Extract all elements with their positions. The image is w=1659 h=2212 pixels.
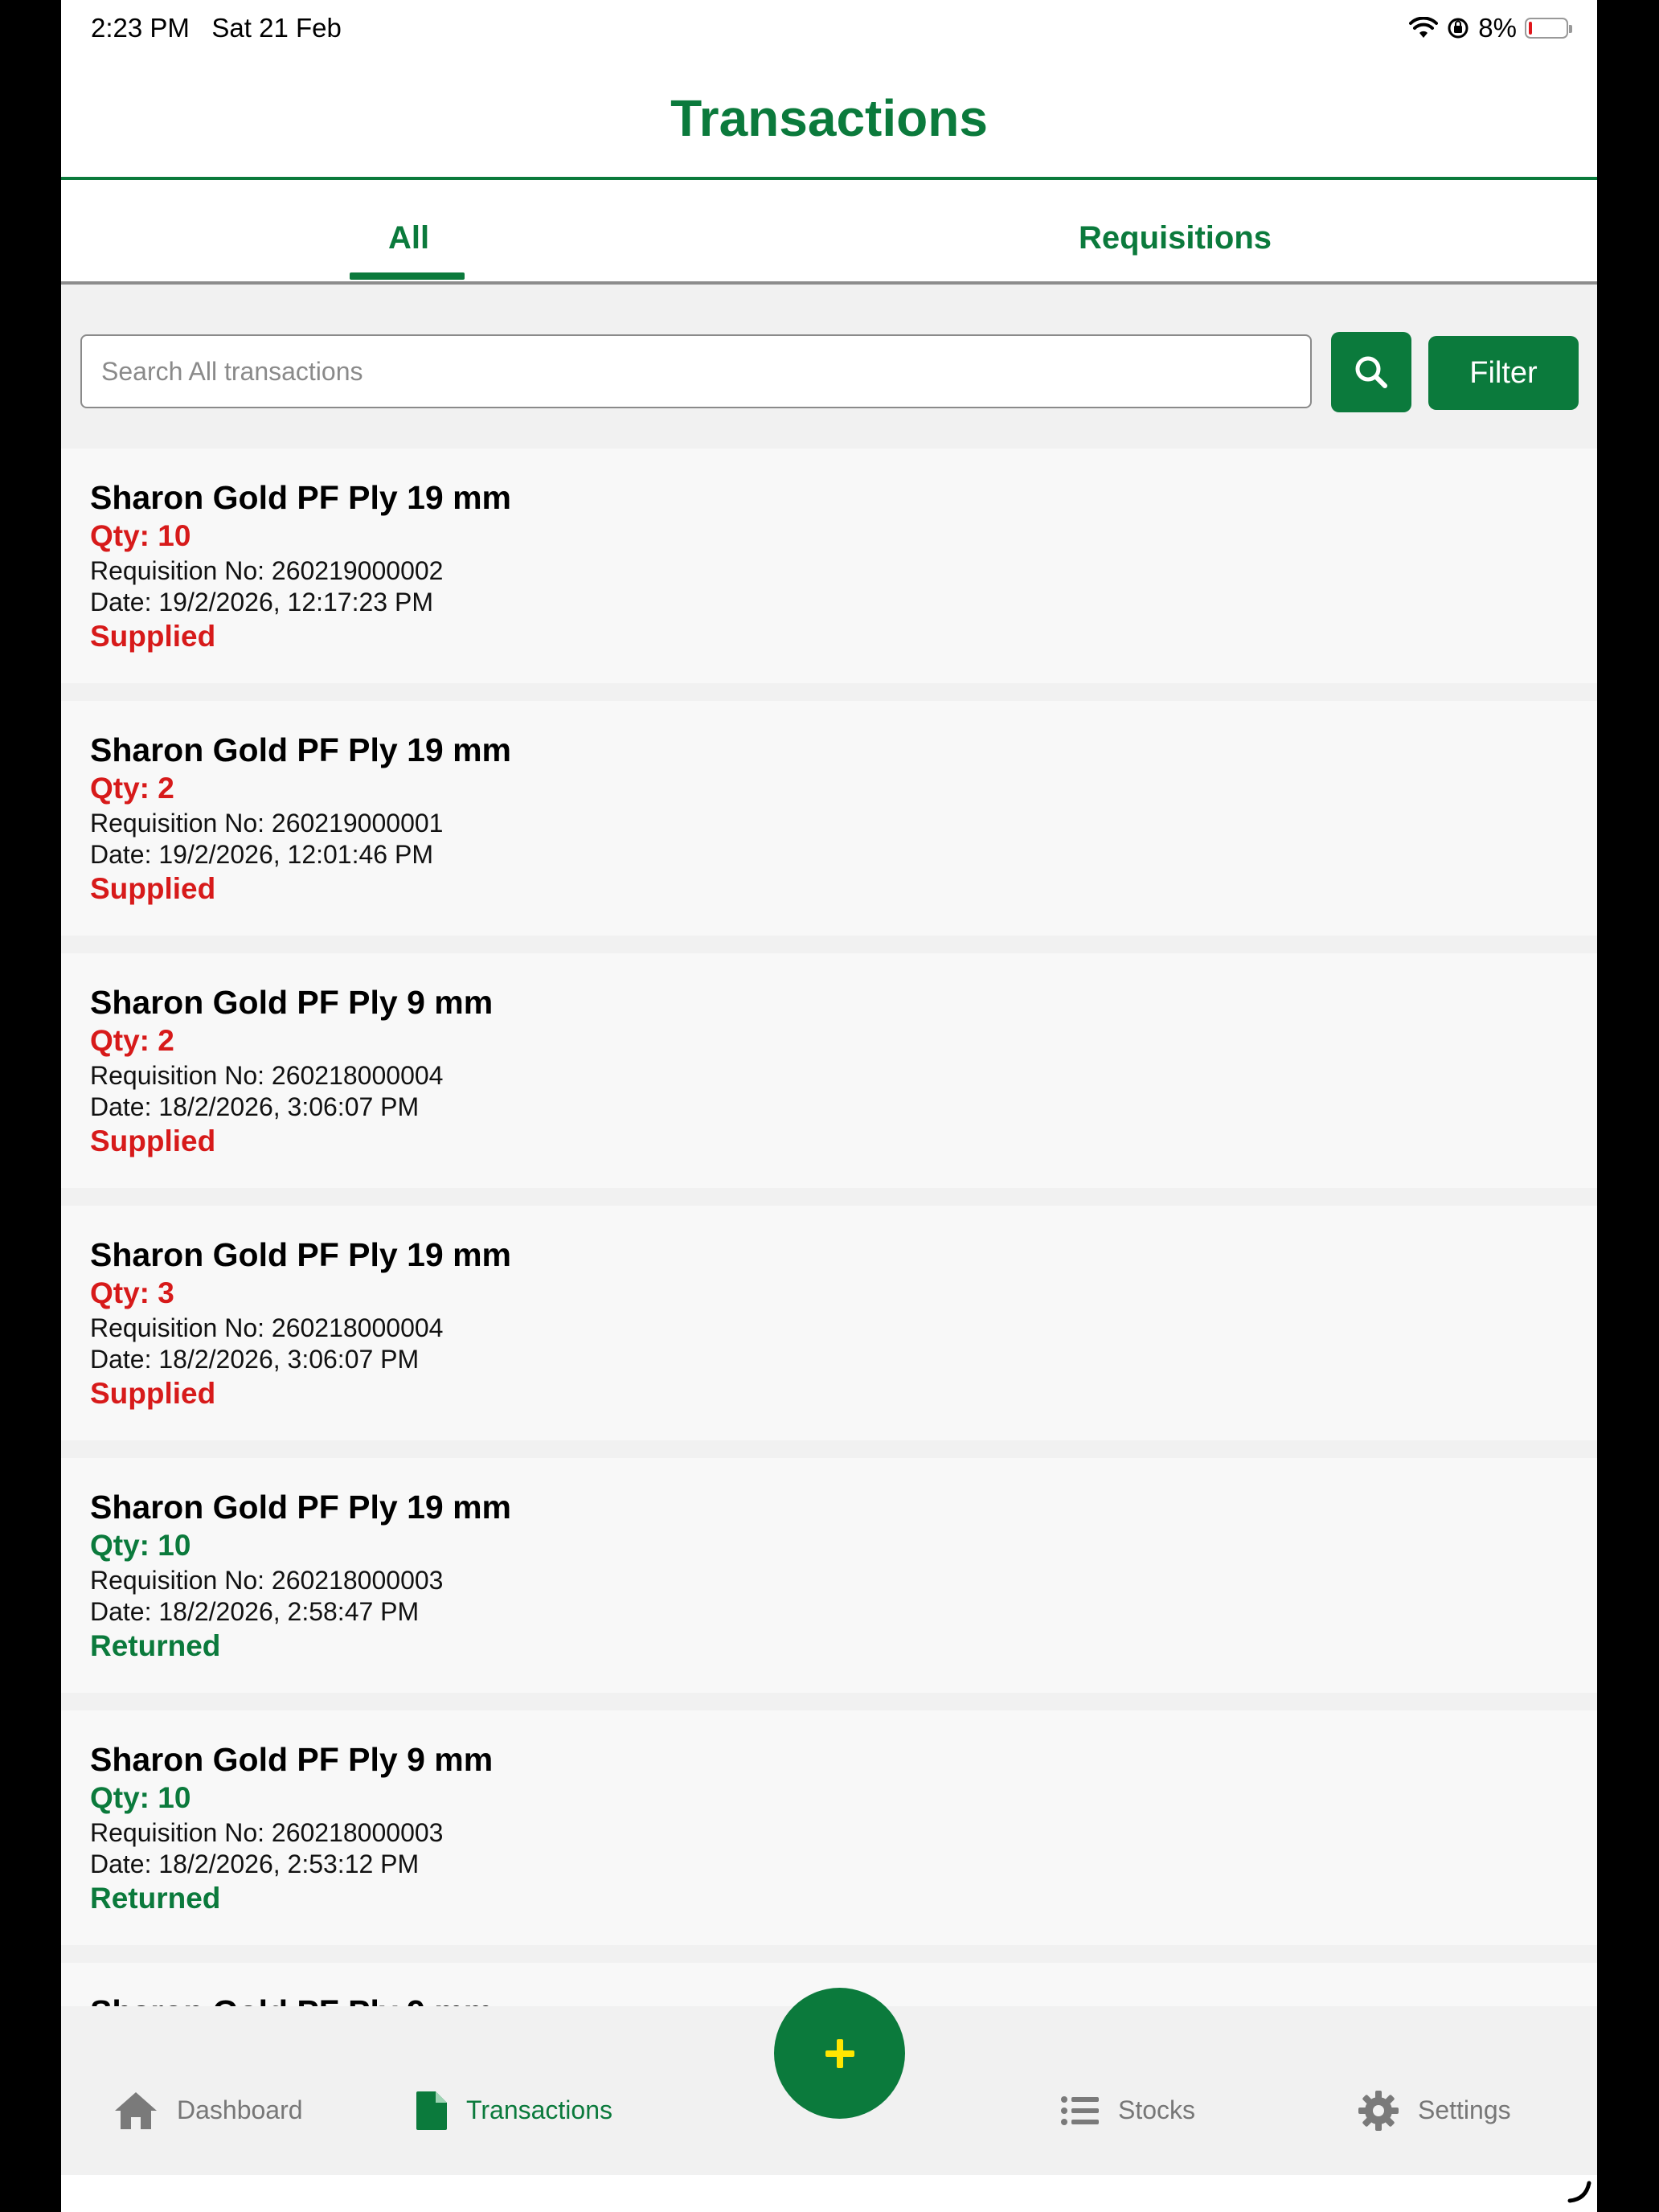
transaction-title: Sharon Gold PF Ply 19 mm	[90, 479, 512, 516]
search-icon	[1355, 356, 1387, 388]
nav-transactions-label: Transactions	[466, 2095, 612, 2124]
transaction-status: Returned	[90, 1629, 221, 1662]
search-button[interactable]	[1331, 332, 1411, 412]
transaction-qty: Qty: 2	[90, 1024, 174, 1057]
orientation-lock-icon	[1448, 18, 1469, 39]
status-indicators: 8%	[1409, 13, 1572, 43]
transaction-status: Supplied	[90, 1377, 216, 1410]
transaction-date: Date: 18/2/2026, 3:06:07 PM	[90, 1345, 420, 1374]
app-header: Transactions	[61, 56, 1597, 180]
transaction-requisition: Requisition No: 260218000004	[90, 1061, 444, 1090]
transaction-title: Sharon Gold PF Ply 9 mm	[90, 1741, 494, 1778]
transaction-title: Sharon Gold PF Ply 19 mm	[90, 731, 512, 768]
plus-icon	[825, 2038, 854, 2068]
page-title: Transactions	[670, 89, 988, 147]
resize-corner-icon	[1567, 2181, 1591, 2203]
transaction-qty: Qty: 10	[90, 1781, 191, 1814]
filter-button[interactable]: Filter	[1428, 336, 1579, 410]
app-screen: 2:23 PM Sat 21 Feb 8% Transactions All R…	[61, 0, 1597, 2212]
transaction-requisition: Requisition No: 260218000003	[90, 1566, 444, 1595]
active-tab-indicator	[350, 272, 465, 280]
transaction-date: Date: 18/2/2026, 2:58:47 PM	[90, 1597, 420, 1626]
status-bar: 2:23 PM Sat 21 Feb 8%	[61, 0, 1597, 56]
tab-bar: All Requisitions	[61, 180, 1597, 285]
nav-settings[interactable]: Settings	[1357, 2046, 1511, 2175]
status-time: 2:23 PM Sat 21 Feb	[91, 13, 342, 43]
transaction-date: Date: 18/2/2026, 3:06:07 PM	[90, 1092, 420, 1121]
nav-transactions[interactable]: Transactions	[415, 2046, 612, 2175]
transaction-date: Date: 18/2/2026, 2:53:12 PM	[90, 1849, 420, 1878]
tab-all[interactable]: All	[388, 220, 429, 256]
tab-requisitions[interactable]: Requisitions	[1079, 220, 1272, 256]
nav-dashboard[interactable]: Dashboard	[113, 2046, 303, 2175]
transaction-title: Sharon Gold PF Ply 9 mm	[90, 1993, 493, 2006]
nav-settings-label: Settings	[1418, 2095, 1511, 2124]
transaction-requisition: Requisition No: 260218000003	[90, 1818, 444, 1847]
battery-percent: 8%	[1478, 13, 1517, 43]
transaction-status: Supplied	[90, 872, 216, 905]
transaction-title: Sharon Gold PF Ply 9 mm	[90, 984, 494, 1021]
date-text: Sat 21 Feb	[211, 13, 342, 43]
nav-stocks[interactable]: Stocks	[1060, 2046, 1195, 2175]
document-icon	[416, 2091, 447, 2130]
nav-dashboard-label: Dashboard	[177, 2095, 303, 2124]
transaction-status: Supplied	[90, 1124, 216, 1157]
search-input[interactable]	[80, 334, 1312, 408]
transaction-qty: Qty: 3	[90, 1276, 174, 1309]
wifi-icon	[1409, 17, 1439, 38]
transaction-card[interactable]: Sharon Gold PF Ply 19 mm Qty: 2 Requisit…	[61, 701, 1597, 936]
transaction-requisition: Requisition No: 260218000004	[90, 1313, 444, 1342]
battery-icon	[1525, 18, 1572, 39]
transaction-card[interactable]: Sharon Gold PF Ply 9 mm Qty: 2 Requisiti…	[61, 953, 1597, 1188]
gear-icon	[1358, 2090, 1399, 2131]
time-text: 2:23 PM	[91, 13, 190, 43]
transaction-list: Sharon Gold PF Ply 19 mm Qty: 10 Requisi…	[61, 449, 1597, 2006]
transaction-card[interactable]: Sharon Gold PF Ply 9 mm Qty: 10 Requisit…	[61, 1710, 1597, 1945]
transaction-qty: Qty: 2	[90, 772, 174, 805]
transaction-card[interactable]: Sharon Gold PF Ply 19 mm Qty: 10 Requisi…	[61, 1458, 1597, 1693]
transaction-qty: Qty: 10	[90, 519, 191, 552]
list-icon	[1061, 2095, 1099, 2125]
nav-stocks-label: Stocks	[1118, 2095, 1196, 2124]
transaction-status: Supplied	[90, 620, 216, 653]
add-transaction-button[interactable]	[774, 1988, 905, 2119]
transaction-status: Returned	[90, 1882, 221, 1915]
transaction-qty: Qty: 10	[90, 1529, 191, 1562]
transaction-requisition: Requisition No: 260219000002	[90, 556, 444, 585]
transaction-date: Date: 19/2/2026, 12:01:46 PM	[90, 840, 433, 869]
transaction-card[interactable]: Sharon Gold PF Ply 19 mm Qty: 10 Requisi…	[61, 449, 1597, 683]
transaction-requisition: Requisition No: 260219000001	[90, 809, 444, 838]
home-indicator-area	[61, 2175, 1597, 2212]
transaction-title: Sharon Gold PF Ply 19 mm	[90, 1236, 512, 1273]
transaction-date: Date: 19/2/2026, 12:17:23 PM	[90, 588, 433, 616]
home-icon	[115, 2091, 157, 2129]
transaction-card[interactable]: Sharon Gold PF Ply 19 mm Qty: 3 Requisit…	[61, 1206, 1597, 1440]
transaction-title: Sharon Gold PF Ply 19 mm	[90, 1489, 512, 1526]
